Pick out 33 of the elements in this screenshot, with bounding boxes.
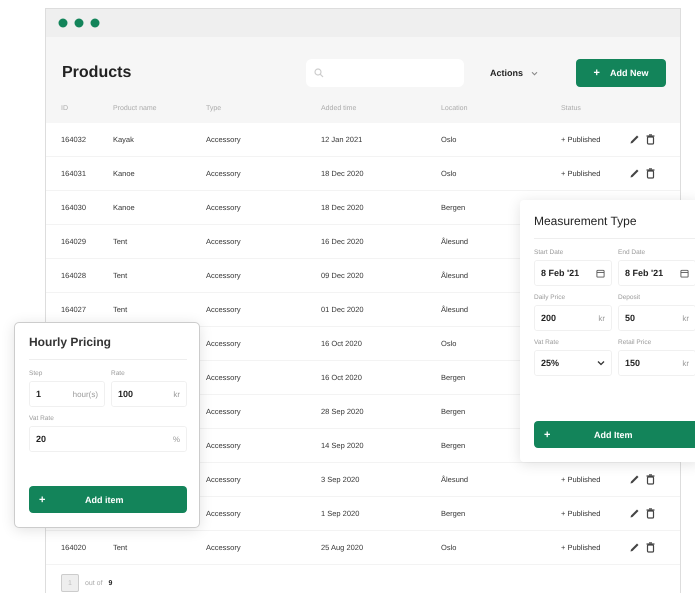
add-item-button[interactable]: + Add item (29, 486, 187, 513)
trash-icon[interactable] (646, 542, 655, 553)
pencil-icon[interactable] (629, 168, 640, 179)
input-field[interactable]: 1 hour(s) (29, 381, 105, 407)
pencil-icon[interactable] (629, 542, 640, 553)
actions-dropdown[interactable]: Actions (486, 62, 542, 84)
search-field[interactable] (306, 59, 464, 87)
dropdown-field[interactable]: 25% (534, 350, 612, 376)
pencil-icon[interactable] (629, 508, 640, 519)
input-field[interactable]: 200 kr (534, 305, 612, 331)
page-title: Products (62, 64, 132, 82)
add-item-button[interactable]: + Add Item (534, 421, 695, 448)
pencil-icon[interactable] (629, 134, 640, 145)
chevron-down-icon (531, 70, 538, 76)
search-icon (314, 68, 324, 78)
date-field[interactable]: 8 Feb '21 (534, 260, 612, 286)
date-field[interactable]: 8 Feb '21 (618, 260, 695, 286)
input-field[interactable]: 20 % (29, 426, 187, 452)
panel-title: Measurement Type (534, 214, 695, 239)
trash-icon[interactable] (646, 168, 655, 179)
trash-icon[interactable] (646, 508, 655, 519)
input-field[interactable]: 150 kr (618, 350, 695, 376)
trash-icon[interactable] (646, 474, 655, 485)
panel-title: Hourly Pricing (29, 335, 187, 360)
input-field[interactable]: 100 kr (111, 381, 187, 407)
add-new-button[interactable]: + Add New (576, 59, 666, 87)
chevron-down-icon (597, 360, 605, 366)
window-dots-icon (58, 18, 100, 28)
calendar-icon (596, 268, 605, 278)
input-field[interactable]: 50 kr (618, 305, 695, 331)
calendar-icon (680, 268, 689, 278)
pencil-icon[interactable] (629, 474, 640, 485)
trash-icon[interactable] (646, 134, 655, 145)
